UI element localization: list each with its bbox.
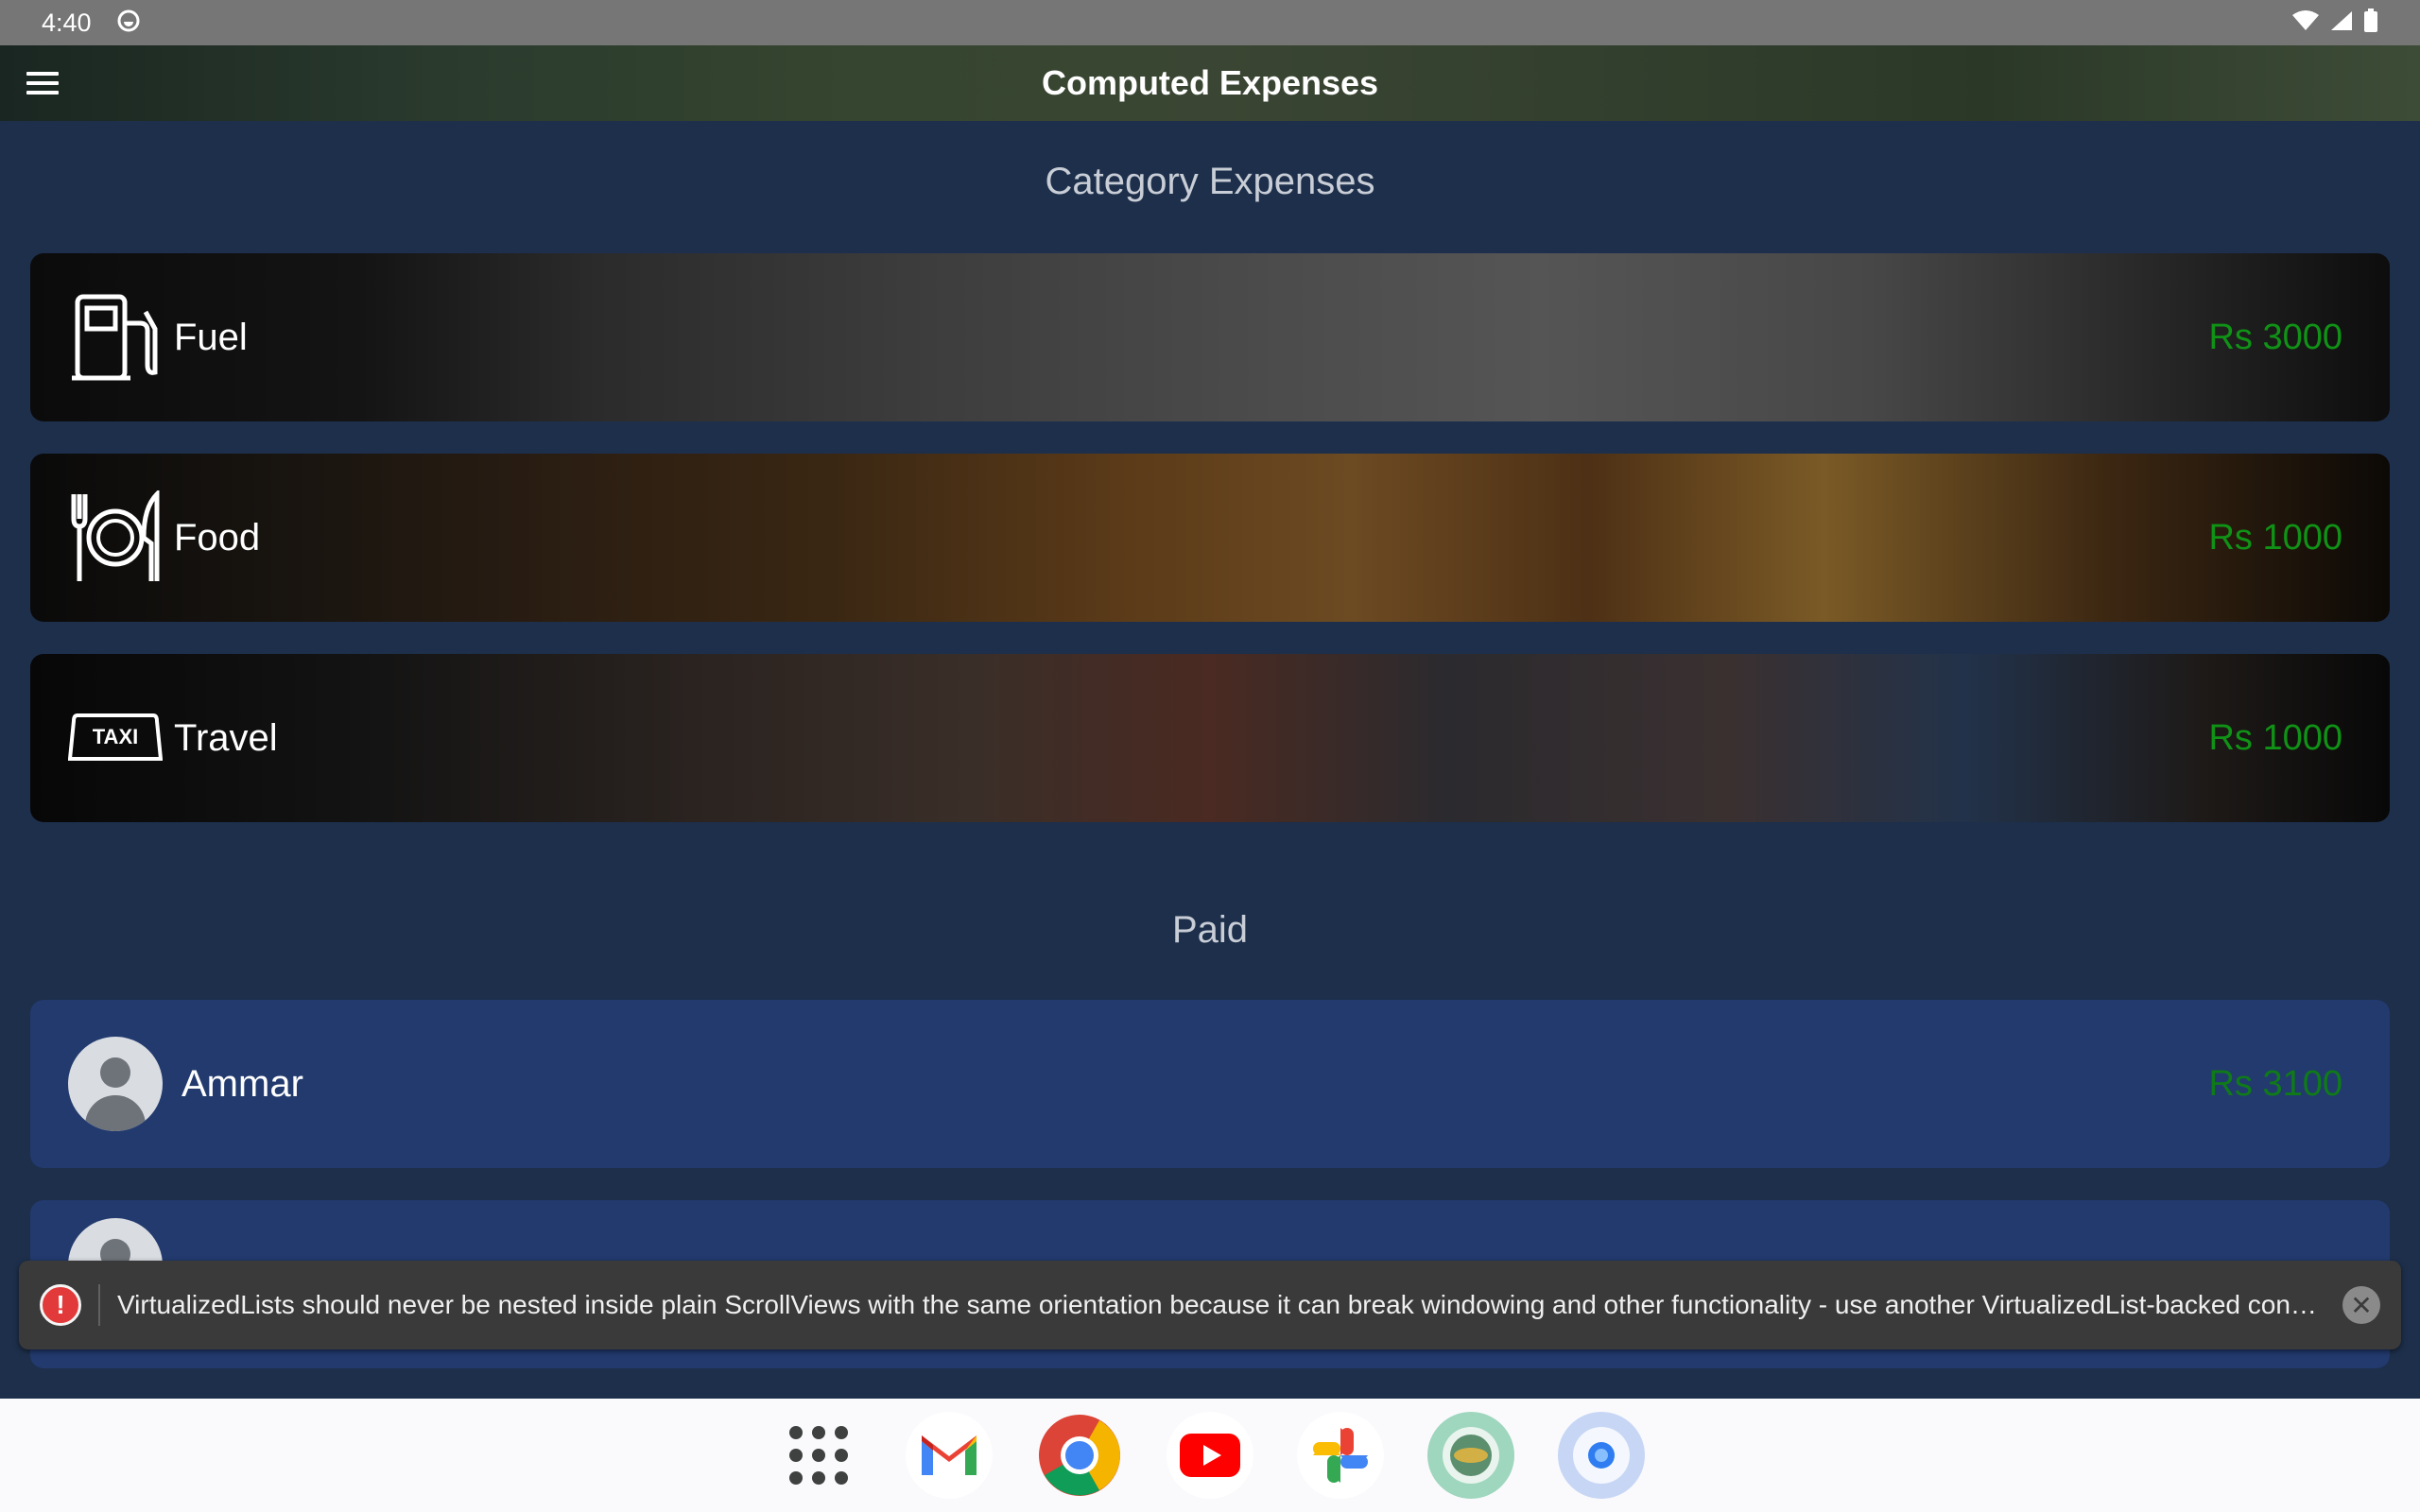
error-icon: ! xyxy=(40,1284,81,1326)
chrome-icon[interactable] xyxy=(1036,1412,1123,1499)
category-card-food[interactable]: Food Rs 1000 xyxy=(30,454,2390,622)
paid-section-title: Paid xyxy=(1171,909,1249,951)
category-section-title: Category Expenses xyxy=(1045,161,1375,202)
category-amount: Rs 1000 xyxy=(2208,717,2342,758)
avatar-icon xyxy=(68,1037,163,1131)
app-icon[interactable] xyxy=(1427,1412,1514,1499)
divider xyxy=(98,1284,100,1326)
status-time: 4:40 xyxy=(42,8,92,37)
photos-icon[interactable] xyxy=(1297,1412,1384,1499)
taxi-icon: TAXI xyxy=(68,691,163,785)
category-card-fuel[interactable]: Fuel Rs 3000 xyxy=(30,253,2390,421)
close-icon[interactable]: ✕ xyxy=(2342,1286,2380,1324)
battery-icon xyxy=(2363,8,2378,38)
wifi-icon xyxy=(2291,9,2320,37)
warning-toast[interactable]: ! VirtualizedLists should never be neste… xyxy=(19,1261,2401,1349)
app-bar: Computed Expenses xyxy=(0,45,2420,121)
category-label: Travel xyxy=(174,716,278,759)
app-dock xyxy=(0,1399,2420,1512)
signal-icon xyxy=(2329,9,2354,37)
plate-utensils-icon xyxy=(68,490,163,585)
category-amount: Rs 3000 xyxy=(2208,317,2342,357)
status-bar: 4:40 xyxy=(0,0,2420,45)
paid-amount: Rs 3100 xyxy=(2208,1063,2342,1104)
paid-card-ammar[interactable]: Ammar Rs 3100 xyxy=(30,1000,2390,1168)
category-label: Food xyxy=(174,516,261,558)
hamburger-menu-icon[interactable] xyxy=(26,64,68,102)
warning-message: VirtualizedLists should never be nested … xyxy=(117,1290,2324,1319)
camera-icon[interactable] xyxy=(1558,1412,1645,1499)
sync-icon xyxy=(116,9,141,38)
gmail-icon[interactable] xyxy=(906,1412,993,1499)
page-title: Computed Expenses xyxy=(1041,63,1379,102)
category-label: Fuel xyxy=(174,316,248,358)
paid-label: Ammar xyxy=(182,1062,303,1105)
category-card-travel[interactable]: TAXI Travel Rs 1000 xyxy=(30,654,2390,822)
youtube-icon[interactable] xyxy=(1167,1412,1253,1499)
category-amount: Rs 1000 xyxy=(2208,517,2342,558)
taxi-icon-text: TAXI xyxy=(93,725,138,748)
fuel-pump-icon xyxy=(68,290,163,385)
app-drawer-icon[interactable] xyxy=(775,1412,862,1499)
